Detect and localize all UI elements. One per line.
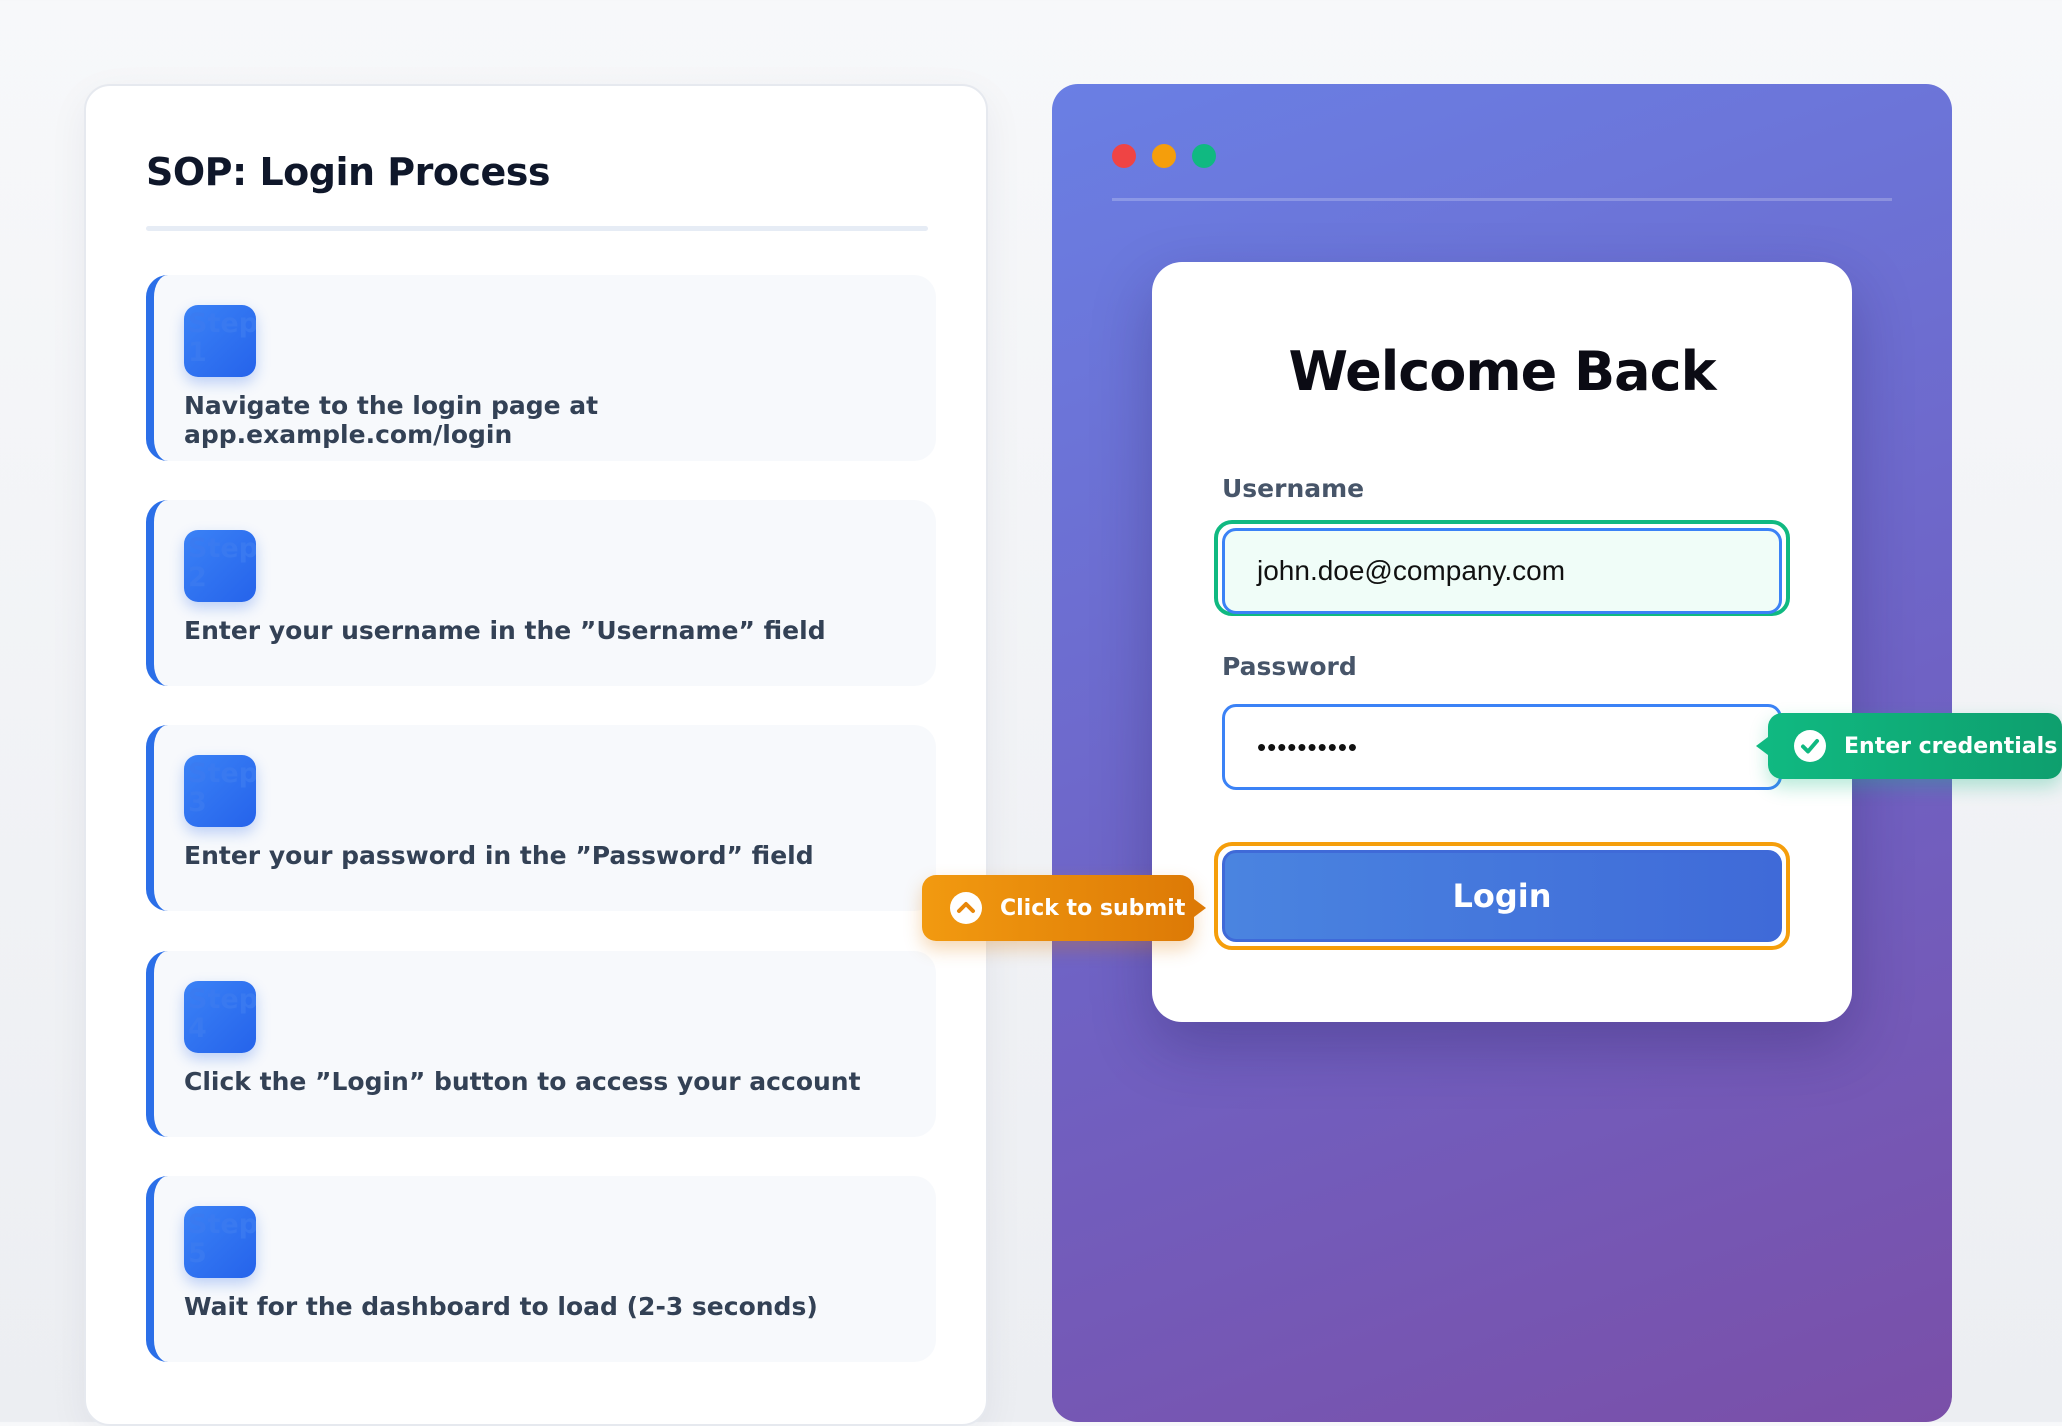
username-label: Username <box>1222 474 1365 503</box>
password-input[interactable]: •••••••••• <box>1222 704 1782 790</box>
step-text-1: Navigate to the login page at app.exampl… <box>184 391 599 449</box>
step-text-2: Enter your username in the ”Username” fi… <box>184 616 826 645</box>
callout-credentials-text: Enter credentials <box>1844 733 2058 759</box>
sop-divider <box>146 226 928 231</box>
browser-toolbar-divider <box>1112 198 1892 201</box>
chevron-up-circle-icon <box>950 892 982 924</box>
step-card-2: Step 2 Enter your username in the ”Usern… <box>146 500 936 686</box>
step-badge-label: Step 1 <box>188 308 256 368</box>
password-label: Password <box>1222 652 1357 681</box>
step-badge-2: Step 2 <box>184 530 256 602</box>
step-card-5: Step 5 Wait for the dashboard to load (2… <box>146 1176 936 1362</box>
step-badge-5: Step 5 <box>184 1206 256 1278</box>
step-badge-3: Step 3 <box>184 755 256 827</box>
username-input[interactable]: john.doe@company.com <box>1222 528 1782 614</box>
login-title: Welcome Back <box>1288 340 1716 403</box>
callout-click-to-submit: Click to submit <box>922 875 1206 941</box>
callout-enter-credentials: Enter credentials <box>1756 713 2062 779</box>
callout-submit-text: Click to submit <box>1000 895 1186 921</box>
sop-title: SOP: Login Process <box>146 150 551 194</box>
step-badge-label: Step 3 <box>188 758 256 818</box>
window-close-dot[interactable] <box>1112 144 1136 168</box>
step-badge-label: Step 2 <box>188 533 256 593</box>
check-circle-icon <box>1794 730 1826 762</box>
step-badge-1: Step 1 <box>184 305 256 377</box>
step-badge-4: Step 4 <box>184 981 256 1053</box>
login-card: Welcome Back Username john.doe@company.c… <box>1152 262 1852 1022</box>
step-card-4: Step 4 Click the ”Login” button to acces… <box>146 951 936 1137</box>
step-badge-label: Step 4 <box>188 984 256 1044</box>
window-minimize-dot[interactable] <box>1152 144 1176 168</box>
sop-panel: SOP: Login Process Step 1 Navigate to th… <box>84 84 988 1426</box>
step-text-4: Click the ”Login” button to access your … <box>184 1067 861 1096</box>
step-badge-label: Step 5 <box>188 1209 256 1269</box>
login-button[interactable]: Login <box>1222 850 1782 942</box>
window-maximize-dot[interactable] <box>1192 144 1216 168</box>
step-text-5: Wait for the dashboard to load (2-3 seco… <box>184 1292 818 1321</box>
step-card-3: Step 3 Enter your password in the ”Passw… <box>146 725 936 911</box>
step-card-1: Step 1 Navigate to the login page at app… <box>146 275 936 461</box>
step-text-3: Enter your password in the ”Password” fi… <box>184 841 814 870</box>
